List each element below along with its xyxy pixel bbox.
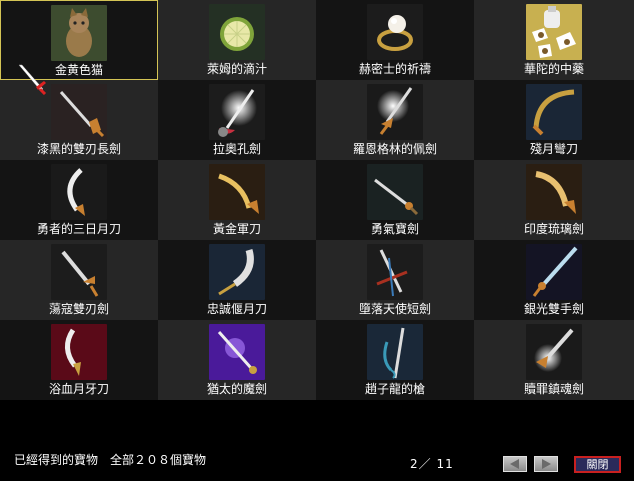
judas-demon-sword-icon [209,324,265,380]
prev-page-button[interactable] [503,456,527,472]
status-text: 已經得到的寶物 全部２０８個寶物 [14,453,207,467]
bloody-crescent-blade-icon [51,324,107,380]
treasure-item-label: 墮落天使短劍 [358,302,431,316]
next-page-button[interactable] [534,456,558,472]
arrow-left-icon [510,459,519,469]
golden-saber-icon [209,164,265,220]
treasure-item-label: 萊姆的滴汁 [206,62,267,76]
treasure-grid: 金黄色猫 萊姆的滴汁 赫密士的祈禱 華陀的中藥 漆黑的雙刃長劍 拉奧孔劍 羅恩格林的佩劍 殘月… [0,0,634,400]
sword-cursor-icon [18,64,47,95]
treasure-item-label: 印度琉璃劍 [523,222,584,236]
indian-glass-sword-icon [526,164,582,220]
treasure-item[interactable]: 趙子龍的槍 [316,320,474,400]
fallen-angel-dagger-icon [367,244,423,300]
treasure-item-label: 勇者的三日月刀 [36,222,121,236]
treasure-item[interactable]: 殘月彎刀 [474,80,634,160]
treasure-item-label: 蕩寇雙刃劍 [48,302,109,316]
treasure-item-label: 羅恩格林的佩劍 [352,142,437,156]
treasure-item-label: 赫密士的祈禱 [358,62,431,76]
herbal-medicine-icon [526,4,582,60]
zhao-zilong-spear-icon [367,324,423,380]
treasure-item-label: 勇氣寶劍 [370,222,419,236]
treasure-item-label: 華陀的中藥 [523,62,584,76]
golden-cat-icon [51,5,107,61]
treasure-item[interactable]: 忠誠偃月刀 [158,240,316,320]
treasure-item[interactable]: 猶太的魔劍 [158,320,316,400]
treasure-item[interactable]: 銀光雙手劍 [474,240,634,320]
crescent-scimitar-icon [526,84,582,140]
courage-sword-icon [367,164,423,220]
silver-greatsword-icon [526,244,582,300]
treasure-item-label: 猶太的魔劍 [206,382,267,396]
treasure-item[interactable]: 蕩寇雙刃劍 [0,240,158,320]
treasure-item[interactable]: 贖罪鎮魂劍 [474,320,634,400]
treasure-item[interactable]: 萊姆的滴汁 [158,0,316,80]
treasure-item[interactable]: 赫密士的祈禱 [316,0,474,80]
treasure-item-label: 黃金軍刀 [212,222,261,236]
treasure-item-label: 浴血月牙刀 [48,382,109,396]
black-longsword-icon [51,84,107,140]
treasure-item-label: 拉奧孔劍 [212,142,261,156]
treasure-item-label: 贖罪鎮魂劍 [523,382,584,396]
laocoon-sword-icon [209,84,265,140]
treasure-item[interactable]: 拉奧孔劍 [158,80,316,160]
treasure-item-label: 漆黑的雙刃長劍 [36,142,121,156]
guandao-blade-icon [209,244,265,300]
treasure-item[interactable]: 浴血月牙刀 [0,320,158,400]
atonement-sword-icon [526,324,582,380]
treasure-item[interactable]: 墮落天使短劍 [316,240,474,320]
treasure-item-label: 趙子龍的槍 [364,382,425,396]
lohengrin-sword-icon [367,84,423,140]
hermes-ring-icon [367,4,423,60]
crescent-blade-icon [51,164,107,220]
treasure-item[interactable]: 黃金軍刀 [158,160,316,240]
close-button[interactable]: 關閉 [574,456,621,473]
treasure-item[interactable]: 羅恩格林的佩劍 [316,80,474,160]
arrow-right-icon [542,459,551,469]
treasure-item-label: 銀光雙手劍 [523,302,584,316]
treasure-item[interactable]: 勇者的三日月刀 [0,160,158,240]
double-edged-sword-icon [51,244,107,300]
treasure-item-label: 殘月彎刀 [529,142,578,156]
treasure-item[interactable]: 印度琉璃劍 [474,160,634,240]
page-indicator: 2／ 11 [410,457,454,471]
treasure-item[interactable]: 勇氣寶劍 [316,160,474,240]
treasure-item[interactable]: 華陀的中藥 [474,0,634,80]
lime-juice-icon [209,4,265,60]
treasure-item-label: 忠誠偃月刀 [206,302,267,316]
